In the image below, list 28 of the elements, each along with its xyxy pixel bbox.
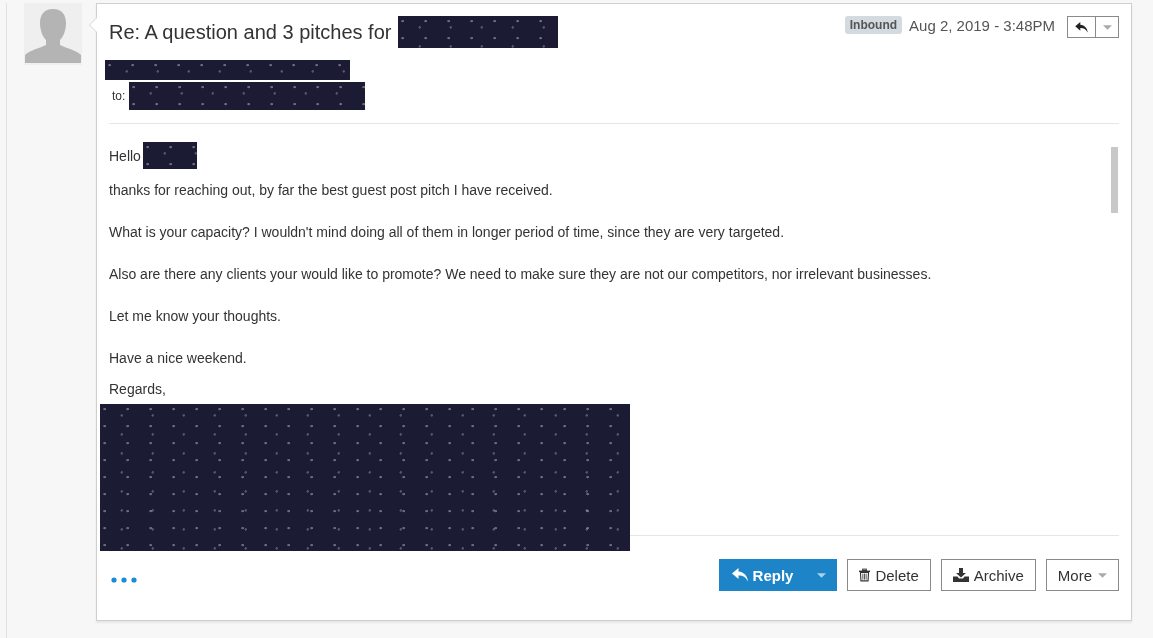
more-button[interactable]: More <box>1045 559 1119 591</box>
message-paragraph: Also are there any clients your would like to promote? We need to make sure they are not our competitors, nor irrelevant businesses. <box>109 265 932 284</box>
message-date: Aug 2, 2019 - 3:48PM <box>909 16 1055 36</box>
message-paragraph: Have a nice weekend. <box>109 349 247 368</box>
reply-arrow-icon <box>1075 21 1088 33</box>
scrollbar-thumb[interactable] <box>1111 147 1118 213</box>
greeting-text: Hello <box>109 146 141 166</box>
message-subject: Re: A question and 3 pitches for <box>109 20 392 45</box>
archive-button[interactable]: Archive <box>940 559 1036 591</box>
message-paragraph: thanks for reaching out, by far the best guest post pitch I have received. <box>109 181 553 200</box>
avatar-placeholder <box>24 3 82 65</box>
message-paragraph: What is your capacity? I wouldn't mind doing all of them in longer period of time, since they are very targeted. <box>109 223 784 242</box>
reply-button[interactable] <box>1067 16 1096 38</box>
message-paragraph: Let me know your thoughts. <box>109 307 281 326</box>
caret-icon <box>1098 572 1107 578</box>
reply-options-button[interactable] <box>805 559 838 591</box>
reply-arrow-icon <box>731 568 748 582</box>
redaction-block <box>142 142 197 169</box>
message-paragraph: Regards, <box>109 380 166 399</box>
caret-icon <box>816 572 826 578</box>
reply-button[interactable]: Reply <box>718 559 806 591</box>
delete-button[interactable]: Delete <box>847 559 931 591</box>
recipient-label: to: <box>112 89 126 103</box>
inbound-tag: Inbound <box>844 16 903 34</box>
ellipsis-icon[interactable] <box>111 577 137 583</box>
trash-icon <box>859 568 871 582</box>
download-tray-icon <box>952 568 969 582</box>
caret-icon <box>1102 24 1112 30</box>
